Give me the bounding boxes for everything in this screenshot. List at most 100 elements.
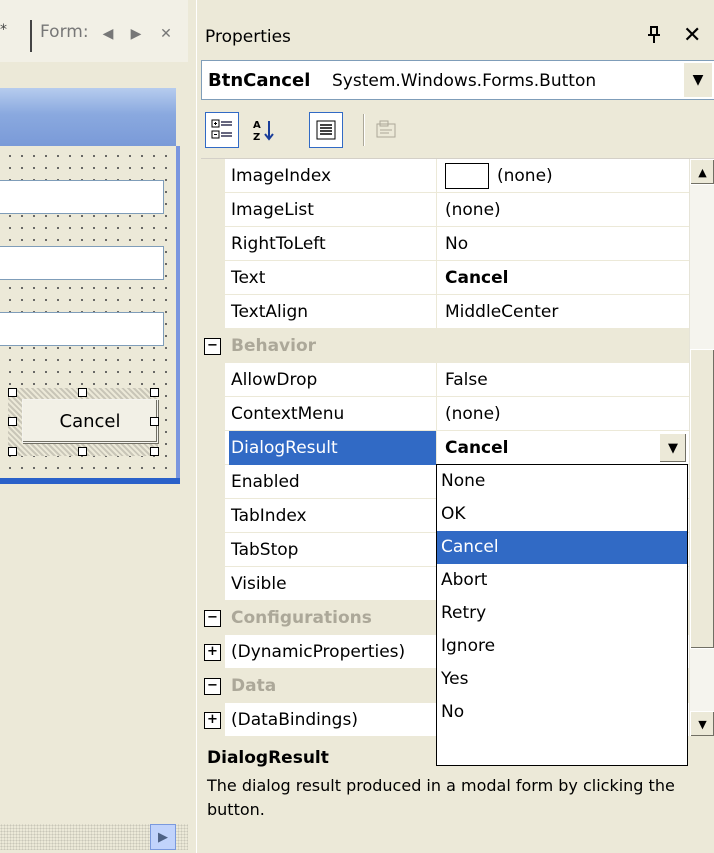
property-row-behavior[interactable]: − Behavior (201, 329, 689, 363)
resize-handle-top[interactable] (78, 388, 87, 397)
property-row-allowdrop[interactable]: AllowDrop False (201, 363, 689, 397)
property-value[interactable]: (none) (441, 159, 689, 193)
row-gutter (201, 363, 225, 397)
row-gutter (201, 397, 225, 431)
property-row-dialogresult[interactable]: DialogResult Cancel ▼ (201, 431, 689, 465)
property-name: (DynamicProperties) (229, 635, 437, 669)
scroll-down-icon[interactable]: ▼ (690, 711, 714, 736)
close-tab-icon[interactable]: ✕ (154, 20, 178, 48)
cancel-button[interactable]: Cancel (22, 399, 158, 443)
row-gutter (201, 567, 225, 601)
collapse-icon[interactable]: − (204, 610, 221, 627)
property-value[interactable]: Cancel (441, 261, 689, 295)
dropdown-option-ignore[interactable]: Ignore (437, 630, 687, 663)
scroll-tabs-right-icon[interactable]: ▶ (124, 20, 148, 48)
object-selector[interactable]: BtnCancel System.Windows.Forms.Button ▼ (201, 60, 714, 100)
resize-handle-top-left[interactable] (8, 388, 17, 397)
form-textbox-2[interactable] (0, 246, 164, 280)
collapse-icon[interactable]: − (204, 678, 221, 695)
row-gutter (201, 465, 225, 499)
document-tab-strip: * Form: ◀ ▶ ✕ (0, 0, 188, 62)
object-type: System.Windows.Forms.Button (332, 71, 597, 91)
dropdown-option-none[interactable]: None (437, 465, 687, 498)
tab-form[interactable]: Form: (40, 22, 89, 42)
property-name: TabStop (229, 533, 437, 567)
categorized-icon[interactable] (205, 112, 239, 148)
property-name: Behavior (231, 336, 317, 356)
image-swatch (445, 163, 489, 189)
close-icon[interactable]: ✕ (683, 23, 701, 48)
property-row-imagelist[interactable]: ImageList (none) (201, 193, 689, 227)
property-name: (DataBindings) (229, 703, 437, 736)
property-name: ImageIndex (229, 159, 437, 193)
property-value[interactable]: (none) (441, 397, 689, 431)
form-textbox-3[interactable] (0, 312, 164, 346)
svg-text:Z: Z (253, 132, 260, 142)
pin-icon[interactable] (647, 26, 661, 49)
form-right-border (176, 146, 180, 480)
property-row-righttoleft[interactable]: RightToLeft No (201, 227, 689, 261)
dropdown-option-yes[interactable]: Yes (437, 663, 687, 696)
property-name: Enabled (229, 465, 437, 499)
property-value[interactable]: (none) (441, 193, 689, 227)
property-value-text: (none) (497, 166, 553, 186)
form-textbox-1[interactable] (0, 180, 164, 214)
dialog-result-dropdown-list: None OK Cancel Abort Retry Ignore Yes No (436, 464, 688, 766)
chevron-down-icon[interactable]: ▼ (659, 433, 687, 463)
form-bottom-border (0, 478, 180, 484)
dropdown-option-no[interactable]: No (437, 696, 687, 729)
dropdown-option-cancel[interactable]: Cancel (437, 531, 687, 564)
row-gutter (201, 431, 225, 465)
property-value[interactable]: Cancel (441, 431, 689, 465)
expand-icon[interactable]: + (204, 712, 221, 729)
description-title: DialogResult (207, 748, 329, 768)
scroll-right-icon[interactable]: ▶ (150, 824, 176, 850)
toolbar-separator (363, 114, 365, 146)
row-gutter (201, 193, 225, 227)
dropdown-option-ok[interactable]: OK (437, 498, 687, 531)
tab-separator (30, 20, 32, 52)
properties-header: Properties ✕ (197, 18, 714, 56)
scroll-tabs-left-icon[interactable]: ◀ (96, 20, 120, 48)
resize-handle-bottom-left[interactable] (8, 447, 17, 456)
property-value[interactable]: MiddleCenter (441, 295, 689, 329)
property-name: Text (229, 261, 437, 295)
resize-handle-right[interactable] (150, 417, 159, 426)
resize-handle-bottom[interactable] (78, 447, 87, 456)
properties-icon[interactable] (309, 112, 343, 148)
property-value[interactable]: False (441, 363, 689, 397)
property-row-contextmenu[interactable]: ContextMenu (none) (201, 397, 689, 431)
properties-toolbar: AZ (201, 108, 501, 152)
form-title-bar[interactable] (0, 88, 176, 146)
grid-vertical-scrollbar[interactable]: ▲ ▼ (689, 159, 714, 736)
dropdown-option-abort[interactable]: Abort (437, 564, 687, 597)
previous-tab-tail[interactable]: * (0, 22, 7, 38)
property-row-text[interactable]: Text Cancel (201, 261, 689, 295)
property-name: TabIndex (229, 499, 437, 533)
property-name: DialogResult (229, 431, 437, 465)
property-value[interactable]: No (441, 227, 689, 261)
form-designer: * Form: ◀ ▶ ✕ Cancel ▶ (0, 0, 188, 853)
properties-title: Properties (205, 27, 291, 47)
row-gutter (201, 261, 225, 295)
scroll-up-icon[interactable]: ▲ (690, 159, 714, 185)
property-pages-icon[interactable] (369, 112, 403, 148)
resize-handle-left[interactable] (8, 417, 17, 426)
expand-icon[interactable]: + (204, 644, 221, 661)
property-row-imageindex[interactable]: ImageIndex (none) (201, 159, 689, 193)
svg-text:A: A (253, 120, 261, 131)
row-gutter (201, 499, 225, 533)
row-gutter (201, 227, 225, 261)
row-gutter (201, 295, 225, 329)
chevron-down-icon[interactable]: ▼ (684, 63, 712, 97)
resize-handle-top-right[interactable] (150, 388, 159, 397)
scrollbar-thumb[interactable] (690, 349, 714, 649)
property-name: TextAlign (229, 295, 437, 329)
property-row-textalign[interactable]: TextAlign MiddleCenter (201, 295, 689, 329)
dropdown-option-retry[interactable]: Retry (437, 597, 687, 630)
row-gutter (201, 159, 225, 193)
property-name: ImageList (229, 193, 437, 227)
alphabetical-icon[interactable]: AZ (247, 112, 281, 148)
resize-handle-bottom-right[interactable] (150, 447, 159, 456)
collapse-icon[interactable]: − (204, 338, 221, 355)
